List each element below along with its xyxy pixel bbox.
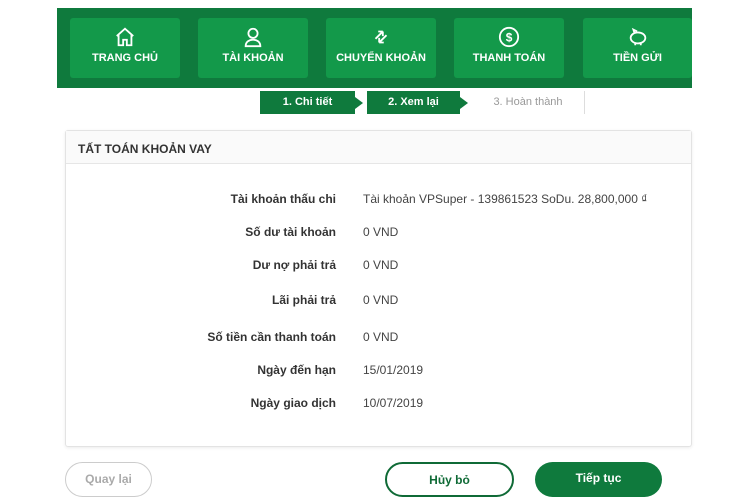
dollar-icon: $ [498, 26, 520, 48]
card-title: TẤT TOÁN KHOẢN VAY [66, 131, 691, 164]
row-label: Số tiền cần thanh toán [207, 330, 336, 344]
loan-settlement-card: TẤT TOÁN KHOẢN VAY Tài khoản thấu chi Tài… [65, 130, 692, 447]
row-label: Tài khoản thấu chi [230, 192, 336, 206]
row-value: Tài khoản VPSuper - 139861523 SoDu. 28,8… [363, 192, 648, 206]
svg-text:$: $ [506, 31, 513, 45]
row-label: Số dư tài khoản [245, 225, 336, 239]
nav-account[interactable]: TÀI KHOẢN [198, 18, 308, 78]
continue-button[interactable]: Tiếp tục [535, 462, 662, 497]
nav-label: THANH TOÁN [472, 52, 546, 64]
row-label: Dư nợ phải trả [252, 258, 336, 272]
transfer-icon [374, 30, 388, 44]
step-complete: 3. Hoàn thành [472, 91, 585, 114]
row-label: Ngày giao dịch [250, 396, 336, 410]
nav-home[interactable]: TRANG CHỦ [70, 18, 180, 78]
nav-payment[interactable]: $ THANH TOÁN [454, 18, 564, 78]
main-nav: TRANG CHỦ TÀI KHOẢN CHUYỂN KHOẢN $ THANH… [57, 8, 692, 88]
nav-label: TRANG CHỦ [92, 52, 158, 64]
nav-label: CHUYỂN KHOẢN [336, 52, 426, 64]
row-value: 0 VND [363, 258, 399, 272]
nav-label: TIỀN GỬI [613, 52, 662, 64]
cancel-button[interactable]: Hủy bỏ [385, 462, 514, 497]
row-value: 0 VND [363, 293, 399, 307]
row-value: 15/01/2019 [363, 363, 424, 377]
row-value: 0 VND [363, 225, 399, 239]
step-details: 1. Chi tiết [260, 91, 363, 114]
step-review: 2. Xem lại [367, 91, 468, 114]
home-icon [116, 27, 134, 47]
piggy-bank-icon [629, 27, 646, 46]
row-value: 0 VND [363, 330, 399, 344]
nav-deposit[interactable]: TIỀN GỬI [583, 18, 692, 78]
nav-label: TÀI KHOẢN [222, 52, 284, 64]
row-label: Ngày đến hạn [257, 363, 336, 377]
user-icon [244, 27, 262, 48]
back-button[interactable]: Quay lại [65, 462, 152, 497]
nav-transfer[interactable]: CHUYỂN KHOẢN [326, 18, 436, 78]
row-label: Lãi phải trả [271, 293, 336, 307]
row-value: 10/07/2019 [363, 396, 424, 410]
